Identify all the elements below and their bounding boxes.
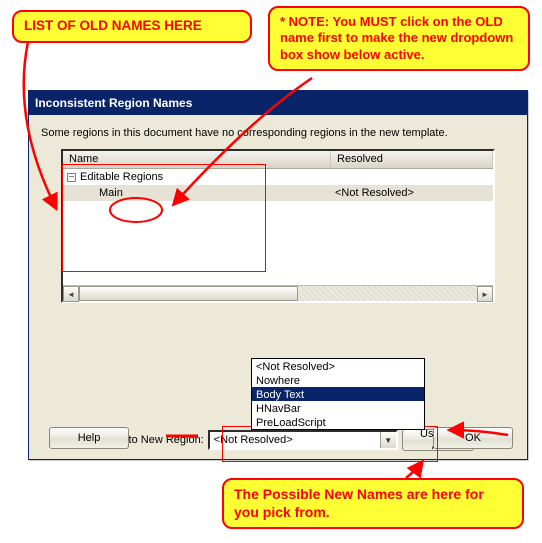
ok-button[interactable]: OK [433, 427, 513, 449]
region-item-resolved: <Not Resolved> [335, 187, 414, 199]
new-region-dropdown-list[interactable]: <Not Resolved>NowhereBody TextHNavBarPre… [251, 358, 425, 430]
help-button[interactable]: Help [49, 427, 129, 449]
region-group-label: Editable Regions [80, 171, 163, 183]
region-group-row[interactable]: – Editable Regions [63, 169, 493, 185]
dialog-instruction: Some regions in this document have no co… [29, 115, 527, 145]
expand-collapse-icon[interactable]: – [67, 173, 76, 182]
scroll-thumb[interactable] [79, 286, 298, 301]
region-list-header: Name Resolved [63, 151, 493, 169]
dialog-titlebar[interactable]: Inconsistent Region Names [29, 91, 527, 115]
column-header-resolved[interactable]: Resolved [331, 151, 493, 168]
dropdown-option[interactable]: <Not Resolved> [252, 359, 424, 373]
horizontal-scrollbar[interactable]: ◄ ► [63, 285, 493, 301]
region-item-name: Main [99, 187, 123, 199]
dialog-title: Inconsistent Region Names [35, 96, 192, 110]
column-header-name[interactable]: Name [63, 151, 331, 168]
region-list: Name Resolved – Editable Regions Main <N… [61, 149, 495, 303]
region-item-row[interactable]: Main <Not Resolved> [63, 185, 493, 201]
dropdown-option[interactable]: PreLoadScript [252, 415, 424, 429]
dropdown-option[interactable]: Body Text [252, 387, 424, 401]
dropdown-option[interactable]: Nowhere [252, 373, 424, 387]
callout-old-names: LIST OF OLD NAMES HERE [12, 10, 252, 43]
scroll-right-button[interactable]: ► [477, 286, 493, 302]
scroll-left-button[interactable]: ◄ [63, 286, 79, 302]
callout-note: * NOTE: You MUST click on the OLD name f… [268, 6, 530, 71]
callout-new-names: The Possible New Names are here for you … [222, 478, 524, 529]
dropdown-option[interactable]: HNavBar [252, 401, 424, 415]
